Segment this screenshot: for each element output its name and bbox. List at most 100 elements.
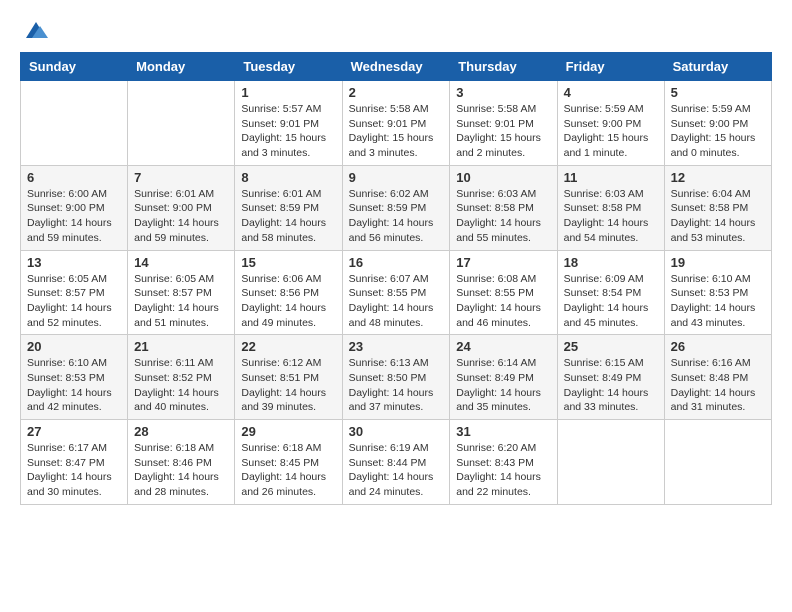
calendar-cell: 4Sunrise: 5:59 AM Sunset: 9:00 PM Daylig… <box>557 81 664 166</box>
day-number: 29 <box>241 424 335 439</box>
calendar-cell <box>21 81 128 166</box>
calendar-cell: 29Sunrise: 6:18 AM Sunset: 8:45 PM Dayli… <box>235 420 342 505</box>
day-info: Sunrise: 6:03 AM Sunset: 8:58 PM Dayligh… <box>456 187 550 246</box>
logo-icon <box>22 20 50 42</box>
day-number: 18 <box>564 255 658 270</box>
day-number: 13 <box>27 255 121 270</box>
calendar-cell: 19 Sunrise: 6:10 AM Sunset: 8:53 PM Dayli… <box>664 250 771 335</box>
day-info: Sunrise: 6:02 AM Sunset: 8:59 PM Dayligh… <box>349 187 444 246</box>
day-number: 22 <box>241 339 335 354</box>
day-number: 2 <box>349 85 444 100</box>
day-number: 27 <box>27 424 121 439</box>
page-header <box>20 20 772 42</box>
calendar-cell: 21 Sunrise: 6:11 AM Sunset: 8:52 PM Dayli… <box>128 335 235 420</box>
calendar-cell: 31Sunrise: 6:20 AM Sunset: 8:43 PM Dayli… <box>450 420 557 505</box>
day-number: 6 <box>27 170 121 185</box>
day-number: 10 <box>456 170 550 185</box>
day-info: Sunrise: 6:10 AM Sunset: 8:53 PM Dayligh… <box>27 356 121 415</box>
day-info: Sunrise: 6:00 AM Sunset: 9:00 PM Dayligh… <box>27 187 121 246</box>
calendar-cell: 14 Sunrise: 6:05 AM Sunset: 8:57 PM Dayli… <box>128 250 235 335</box>
week-row-3: 13 Sunrise: 6:05 AM Sunset: 8:57 PM Dayli… <box>21 250 772 335</box>
column-header-thursday: Thursday <box>450 53 557 81</box>
calendar-cell: 16Sunrise: 6:07 AM Sunset: 8:55 PM Dayli… <box>342 250 450 335</box>
calendar-cell: 27 Sunrise: 6:17 AM Sunset: 8:47 PM Dayli… <box>21 420 128 505</box>
calendar-header-row: SundayMondayTuesdayWednesdayThursdayFrid… <box>21 53 772 81</box>
day-number: 16 <box>349 255 444 270</box>
day-info: Sunrise: 6:01 AM Sunset: 8:59 PM Dayligh… <box>241 187 335 246</box>
day-info: Sunrise: 6:04 AM Sunset: 8:58 PM Dayligh… <box>671 187 765 246</box>
day-info: Sunrise: 6:13 AM Sunset: 8:50 PM Dayligh… <box>349 356 444 415</box>
week-row-5: 27 Sunrise: 6:17 AM Sunset: 8:47 PM Dayli… <box>21 420 772 505</box>
calendar-cell: 26 Sunrise: 6:16 AM Sunset: 8:48 PM Dayli… <box>664 335 771 420</box>
day-info: Sunrise: 5:58 AM Sunset: 9:01 PM Dayligh… <box>349 102 444 161</box>
day-number: 23 <box>349 339 444 354</box>
day-info: Sunrise: 5:59 AM Sunset: 9:00 PM Dayligh… <box>671 102 765 161</box>
calendar-cell: 23 Sunrise: 6:13 AM Sunset: 8:50 PM Dayli… <box>342 335 450 420</box>
calendar-cell: 17Sunrise: 6:08 AM Sunset: 8:55 PM Dayli… <box>450 250 557 335</box>
day-number: 15 <box>241 255 335 270</box>
day-number: 31 <box>456 424 550 439</box>
calendar-cell: 7 Sunrise: 6:01 AM Sunset: 9:00 PM Daylig… <box>128 165 235 250</box>
day-number: 7 <box>134 170 228 185</box>
calendar-cell: 18 Sunrise: 6:09 AM Sunset: 8:54 PM Dayli… <box>557 250 664 335</box>
calendar-cell: 8Sunrise: 6:01 AM Sunset: 8:59 PM Daylig… <box>235 165 342 250</box>
calendar-cell: 24 Sunrise: 6:14 AM Sunset: 8:49 PM Dayli… <box>450 335 557 420</box>
day-number: 4 <box>564 85 658 100</box>
column-header-saturday: Saturday <box>664 53 771 81</box>
day-number: 9 <box>349 170 444 185</box>
calendar-cell: 11 Sunrise: 6:03 AM Sunset: 8:58 PM Dayli… <box>557 165 664 250</box>
day-info: Sunrise: 6:14 AM Sunset: 8:49 PM Dayligh… <box>456 356 550 415</box>
calendar-cell: 13Sunrise: 6:05 AM Sunset: 8:57 PM Dayli… <box>21 250 128 335</box>
logo <box>20 20 50 42</box>
calendar-cell: 5 Sunrise: 5:59 AM Sunset: 9:00 PM Daylig… <box>664 81 771 166</box>
calendar-cell: 20 Sunrise: 6:10 AM Sunset: 8:53 PM Dayli… <box>21 335 128 420</box>
day-info: Sunrise: 6:10 AM Sunset: 8:53 PM Dayligh… <box>671 272 765 331</box>
calendar-cell: 15 Sunrise: 6:06 AM Sunset: 8:56 PM Dayli… <box>235 250 342 335</box>
calendar-cell: 28 Sunrise: 6:18 AM Sunset: 8:46 PM Dayli… <box>128 420 235 505</box>
calendar-cell: 10 Sunrise: 6:03 AM Sunset: 8:58 PM Dayli… <box>450 165 557 250</box>
calendar-cell: 12 Sunrise: 6:04 AM Sunset: 8:58 PM Dayli… <box>664 165 771 250</box>
day-info: Sunrise: 6:18 AM Sunset: 8:46 PM Dayligh… <box>134 441 228 500</box>
day-number: 21 <box>134 339 228 354</box>
day-info: Sunrise: 6:03 AM Sunset: 8:58 PM Dayligh… <box>564 187 658 246</box>
day-info: Sunrise: 6:05 AM Sunset: 8:57 PM Dayligh… <box>134 272 228 331</box>
calendar-table: SundayMondayTuesdayWednesdayThursdayFrid… <box>20 52 772 505</box>
calendar-cell: 1 Sunrise: 5:57 AM Sunset: 9:01 PM Daylig… <box>235 81 342 166</box>
day-info: Sunrise: 5:57 AM Sunset: 9:01 PM Dayligh… <box>241 102 335 161</box>
day-number: 5 <box>671 85 765 100</box>
week-row-4: 20 Sunrise: 6:10 AM Sunset: 8:53 PM Dayli… <box>21 335 772 420</box>
day-info: Sunrise: 6:17 AM Sunset: 8:47 PM Dayligh… <box>27 441 121 500</box>
calendar-cell: 6 Sunrise: 6:00 AM Sunset: 9:00 PM Daylig… <box>21 165 128 250</box>
calendar-cell: 2 Sunrise: 5:58 AM Sunset: 9:01 PM Daylig… <box>342 81 450 166</box>
day-number: 26 <box>671 339 765 354</box>
calendar-cell: 30Sunrise: 6:19 AM Sunset: 8:44 PM Dayli… <box>342 420 450 505</box>
day-info: Sunrise: 6:12 AM Sunset: 8:51 PM Dayligh… <box>241 356 335 415</box>
day-info: Sunrise: 6:15 AM Sunset: 8:49 PM Dayligh… <box>564 356 658 415</box>
day-info: Sunrise: 6:09 AM Sunset: 8:54 PM Dayligh… <box>564 272 658 331</box>
day-info: Sunrise: 6:11 AM Sunset: 8:52 PM Dayligh… <box>134 356 228 415</box>
calendar-cell <box>664 420 771 505</box>
day-number: 20 <box>27 339 121 354</box>
column-header-friday: Friday <box>557 53 664 81</box>
column-header-monday: Monday <box>128 53 235 81</box>
calendar-cell: 22 Sunrise: 6:12 AM Sunset: 8:51 PM Dayli… <box>235 335 342 420</box>
day-number: 24 <box>456 339 550 354</box>
calendar-cell: 25 Sunrise: 6:15 AM Sunset: 8:49 PM Dayli… <box>557 335 664 420</box>
calendar-cell: 9 Sunrise: 6:02 AM Sunset: 8:59 PM Daylig… <box>342 165 450 250</box>
calendar-cell: 3Sunrise: 5:58 AM Sunset: 9:01 PM Daylig… <box>450 81 557 166</box>
day-number: 1 <box>241 85 335 100</box>
day-number: 12 <box>671 170 765 185</box>
calendar-cell <box>128 81 235 166</box>
day-number: 28 <box>134 424 228 439</box>
day-info: Sunrise: 6:06 AM Sunset: 8:56 PM Dayligh… <box>241 272 335 331</box>
day-number: 17 <box>456 255 550 270</box>
day-info: Sunrise: 6:01 AM Sunset: 9:00 PM Dayligh… <box>134 187 228 246</box>
column-header-sunday: Sunday <box>21 53 128 81</box>
day-number: 11 <box>564 170 658 185</box>
day-info: Sunrise: 6:16 AM Sunset: 8:48 PM Dayligh… <box>671 356 765 415</box>
column-header-wednesday: Wednesday <box>342 53 450 81</box>
week-row-2: 6 Sunrise: 6:00 AM Sunset: 9:00 PM Daylig… <box>21 165 772 250</box>
day-number: 14 <box>134 255 228 270</box>
day-number: 25 <box>564 339 658 354</box>
day-number: 19 <box>671 255 765 270</box>
